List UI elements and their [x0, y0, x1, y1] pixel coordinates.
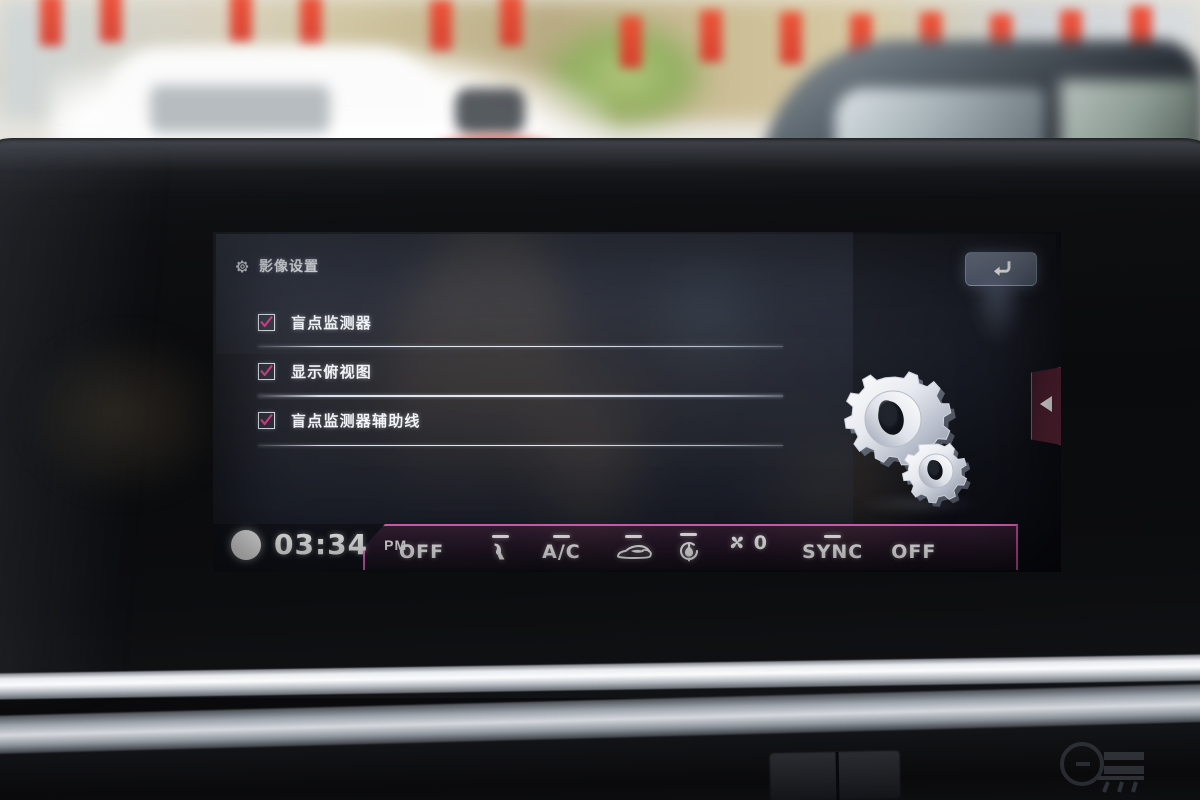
- bezel-reflection: [20, 330, 230, 500]
- background-banner: [620, 16, 642, 68]
- watermark-logo: [1056, 738, 1186, 794]
- background-car-window: [150, 85, 330, 133]
- screenshot-root: 影像设置 盲点监测器 显示俯视图 盲点监测器辅助线 03:34 PM OFF A…: [0, 0, 1200, 800]
- background-banner: [300, 0, 322, 48]
- background-banner: [780, 12, 802, 64]
- background-mirror: [455, 88, 525, 134]
- background-banner: [230, 0, 252, 44]
- background-banner: [100, 0, 122, 42]
- background-banner: [40, 0, 62, 46]
- infotainment-screen[interactable]: 影像设置 盲点监测器 显示俯视图 盲点监测器辅助线 03:34 PM OFF A…: [213, 232, 1061, 572]
- background-banner: [700, 10, 722, 62]
- screen-vignette: [213, 232, 1061, 572]
- background-banner: [500, 0, 522, 46]
